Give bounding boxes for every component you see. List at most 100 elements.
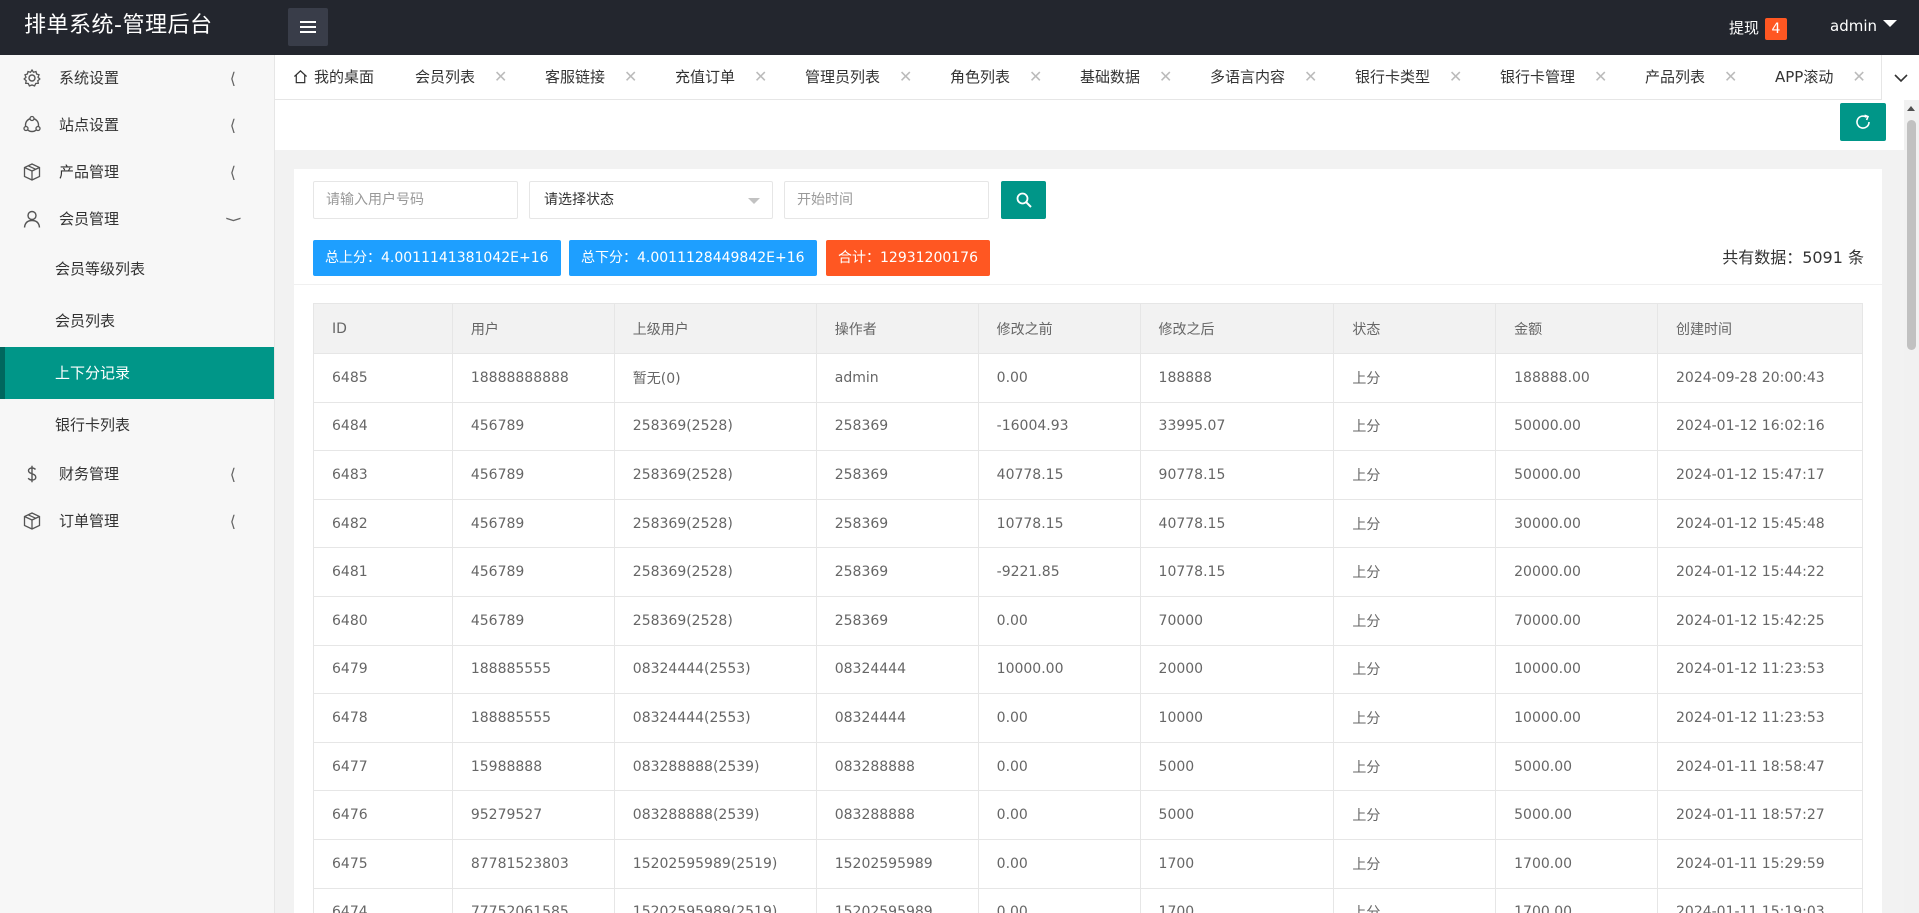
table-row[interactable]: 6481 456789 258369(2528) 258369 -9221.85 1077… (313, 547, 1863, 597)
status-select[interactable]: 请选择状态 (529, 181, 773, 219)
tab-multilang[interactable]: 多语言内容 ✕ (1210, 55, 1317, 100)
table-row[interactable]: 6477 15988888 083288888(2539) 083288888 0.00… (313, 741, 1863, 792)
tab-desktop[interactable]: 我的桌面 (293, 55, 374, 100)
cell-amount: 70000.00 (1495, 595, 1658, 646)
menu-toggle-button[interactable] (288, 8, 328, 46)
refresh-button[interactable] (1840, 103, 1886, 141)
cell-parent: 15202595989(2519) (613, 887, 817, 913)
site-icon (23, 115, 41, 133)
close-icon[interactable]: ✕ (754, 67, 767, 86)
tab-role-list[interactable]: 角色列表 ✕ (950, 55, 1042, 100)
user-name: admin (1830, 17, 1877, 35)
table-row[interactable]: 6484 456789 258369(2528) 258369 -16004.93 339… (313, 401, 1863, 452)
tab-app-scroll[interactable]: APP滚动 ✕ (1775, 55, 1866, 100)
tab-service-links[interactable]: 客服链接 ✕ (545, 55, 637, 100)
close-icon[interactable]: ✕ (494, 67, 507, 86)
sidebar-subitem-member-levels[interactable]: 会员等级列表 (0, 243, 274, 295)
cell-id: 6477 (313, 741, 453, 792)
cell-after: 33995.07 (1139, 401, 1335, 452)
cell-id: 6480 (313, 595, 453, 646)
table-row[interactable]: 6479 188885555 08324444(2553) 08324444 10000… (313, 644, 1863, 695)
tab-recharge-orders[interactable]: 充值订单 ✕ (675, 55, 767, 100)
tab-admin-list[interactable]: 管理员列表 ✕ (805, 55, 912, 100)
cell-status: 上分 (1333, 595, 1497, 646)
sidebar-subitem-score-records[interactable]: 上下分记录 (0, 347, 274, 399)
sidebar-item-site-settings[interactable]: 站点设置 ⟨ (0, 102, 274, 149)
table-row[interactable]: 6485 18888888888 暂无(0) admin 0.00 188888 上分 188… (313, 353, 1863, 403)
sidebar-item-product-management[interactable]: 产品管理 ⟨ (0, 149, 274, 196)
table-row[interactable]: 6483 456789 258369(2528) 258369 40778.15 9077… (313, 450, 1863, 500)
cell-id: 6474 (313, 887, 453, 913)
cell-status: 上分 (1333, 644, 1497, 695)
page-toolbar (275, 100, 1904, 150)
cell-id: 6481 (313, 547, 453, 597)
close-icon[interactable]: ✕ (1159, 67, 1172, 86)
sidebar-subitem-member-list[interactable]: 会员列表 (0, 295, 274, 347)
table-row[interactable]: 6475 87781523803 15202595989(2519) 15202595… (313, 838, 1863, 889)
column-header[interactable]: ID (313, 303, 453, 354)
refresh-icon (1856, 114, 1870, 129)
total-count: 共有数据：5091 条 (1722, 248, 1864, 267)
column-header[interactable]: 用户 (451, 303, 615, 354)
chevron-left-icon: ⟨ (229, 116, 236, 135)
sidebar-item-system-settings[interactable]: 系统设置 ⟨ (0, 55, 274, 102)
column-header[interactable]: 金额 (1495, 303, 1658, 354)
cell-created: 2024-01-12 15:45:48 (1657, 498, 1863, 549)
close-icon[interactable]: ✕ (624, 67, 637, 86)
column-header[interactable]: 修改之前 (977, 303, 1141, 354)
scroll-up-icon[interactable] (1907, 106, 1915, 111)
cell-amount: 10000.00 (1495, 644, 1658, 695)
cell-before: 0.00 (977, 790, 1141, 840)
sidebar-subitem-bank-cards[interactable]: 银行卡列表 (0, 399, 274, 451)
scrollbar-thumb[interactable] (1907, 120, 1916, 350)
table-row[interactable]: 6480 456789 258369(2528) 258369 0.00 70000 上分 7… (313, 595, 1863, 646)
close-icon[interactable]: ✕ (1724, 67, 1737, 86)
close-icon[interactable]: ✕ (1449, 67, 1462, 86)
user-number-input[interactable] (313, 181, 518, 219)
tab-bank-card-management[interactable]: 银行卡管理 ✕ (1500, 55, 1607, 100)
cell-user: 15988888 (451, 741, 615, 792)
user-menu[interactable]: admin (1830, 17, 1897, 35)
cell-id: 6475 (313, 838, 453, 889)
cell-created: 2024-01-12 11:23:53 (1657, 693, 1863, 743)
search-button[interactable] (1001, 181, 1046, 219)
search-icon (1016, 192, 1032, 208)
table-row[interactable]: 6474 77752061585 15202595989(2519) 15202595… (313, 887, 1863, 913)
vertical-scrollbar[interactable] (1904, 100, 1919, 913)
cell-parent: 15202595989(2519) (613, 838, 817, 889)
column-header[interactable]: 操作者 (815, 303, 979, 354)
tab-label: 角色列表 (950, 68, 1011, 86)
close-icon[interactable]: ✕ (899, 67, 912, 86)
cell-created: 2024-01-11 15:29:59 (1657, 838, 1863, 889)
table-row[interactable]: 6476 95279527 083288888(2539) 083288888 0.00… (313, 790, 1863, 840)
column-header[interactable]: 创建时间 (1657, 303, 1863, 354)
start-time-input[interactable] (784, 181, 989, 219)
chevron-left-icon: ⟨ (229, 465, 236, 484)
cell-status: 上分 (1333, 450, 1497, 500)
table-row[interactable]: 6478 188885555 08324444(2553) 08324444 0.00 1… (313, 693, 1863, 743)
cell-parent: 258369(2528) (613, 595, 817, 646)
sidebar-item-member-management[interactable]: 会员管理 ⟨ (0, 196, 274, 243)
close-icon[interactable]: ✕ (1304, 67, 1317, 86)
tab-product-list[interactable]: 产品列表 ✕ (1645, 55, 1737, 100)
sidebar-item-order-management[interactable]: 订单管理 ⟨ (0, 498, 274, 545)
cell-after: 90778.15 (1139, 450, 1335, 500)
cell-user: 18888888888 (451, 353, 615, 403)
tab-member-list[interactable]: 会员列表 ✕ (415, 55, 507, 100)
close-icon[interactable]: ✕ (1594, 67, 1607, 86)
cell-created: 2024-09-28 20:00:43 (1657, 353, 1863, 403)
table-row[interactable]: 6482 456789 258369(2528) 258369 10778.15 4077… (313, 498, 1863, 549)
tab-more-button[interactable] (1881, 55, 1919, 100)
close-icon[interactable]: ✕ (1029, 67, 1042, 86)
cell-operator: 258369 (815, 450, 979, 500)
column-header[interactable]: 修改之后 (1139, 303, 1335, 354)
column-header[interactable]: 上级用户 (613, 303, 817, 354)
sidebar-item-label: 会员管理 (59, 210, 120, 228)
column-header[interactable]: 状态 (1333, 303, 1497, 354)
cell-user: 87781523803 (451, 838, 615, 889)
tab-bank-card-types[interactable]: 银行卡类型 ✕ (1355, 55, 1462, 100)
withdraw-notification[interactable]: 提现 4 (1729, 17, 1788, 40)
tab-basic-data[interactable]: 基础数据 ✕ (1080, 55, 1172, 100)
close-icon[interactable]: ✕ (1852, 67, 1865, 86)
sidebar-item-finance-management[interactable]: 财务管理 ⟨ (0, 451, 274, 498)
